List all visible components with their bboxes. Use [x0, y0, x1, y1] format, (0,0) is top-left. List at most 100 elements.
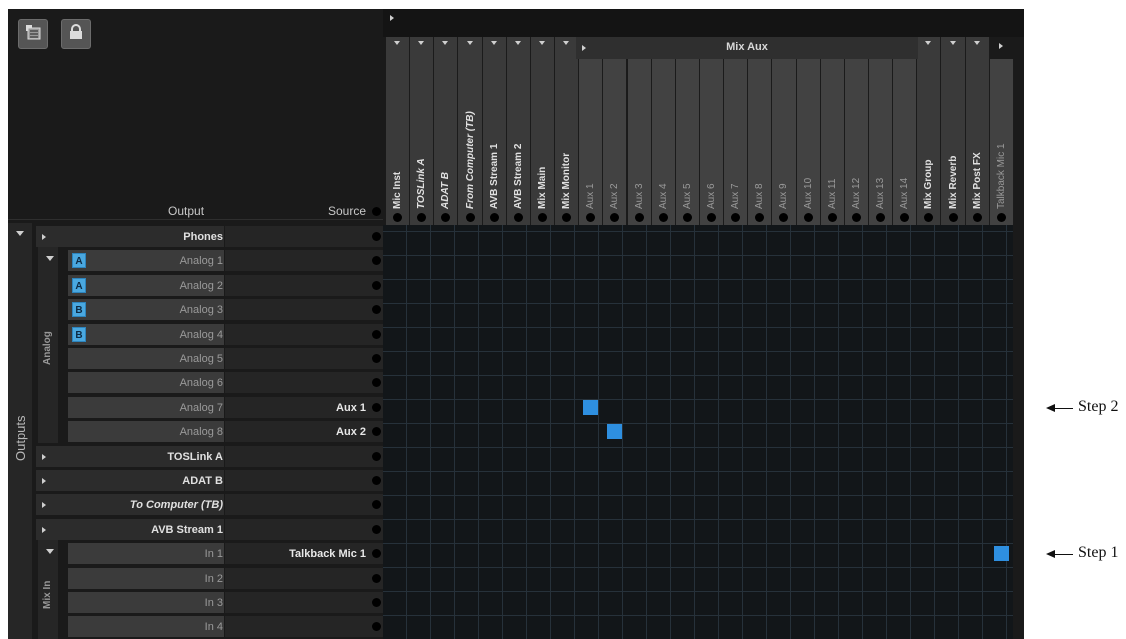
column-port-dot[interactable] [634, 213, 644, 222]
row-port-dot[interactable] [372, 573, 381, 583]
output-row[interactable]: Analog 7 Aux 1 [58, 396, 383, 419]
column-header-25[interactable]: Mix Post FX [965, 37, 990, 225]
route-connection[interactable] [607, 424, 623, 440]
output-row[interactable]: In 4 [58, 616, 383, 638]
group-collapse-arrow[interactable] [46, 549, 54, 555]
output-row[interactable]: A Analog 1 [46, 250, 383, 272]
column-port-dot[interactable] [707, 213, 716, 222]
column-header-13[interactable]: Aux 5 [675, 59, 700, 225]
column-collapse-arrow[interactable] [394, 41, 401, 45]
output-row[interactable]: Phones [36, 226, 383, 248]
expand-columns-arrow[interactable] [390, 15, 394, 21]
output-row[interactable]: B Analog 3 [58, 299, 383, 321]
column-port-dot[interactable] [924, 213, 934, 222]
column-collapse-arrow[interactable] [563, 41, 570, 45]
output-row[interactable]: To Computer (TB) [36, 494, 383, 516]
output-row[interactable]: AVB Stream 1 [36, 518, 383, 541]
column-port-dot[interactable] [562, 213, 572, 222]
output-row[interactable]: In 1 Talkback Mic 1 [46, 543, 383, 565]
talkback-expand-arrow[interactable] [998, 43, 1003, 49]
column-header-23[interactable]: Mix Group [917, 37, 942, 225]
output-row[interactable]: Analog 8 Aux 2 [58, 421, 383, 443]
column-header-10[interactable]: Aux 2 [603, 59, 628, 225]
column-header-4[interactable]: From Computer (TB) [458, 37, 483, 225]
column-collapse-arrow[interactable] [973, 41, 980, 45]
column-header-21[interactable]: Aux 13 [869, 59, 894, 225]
outputs-collapse-arrow[interactable] [16, 231, 24, 236]
column-port-dot[interactable] [996, 213, 1006, 222]
column-header-9[interactable]: Aux 1 [579, 59, 604, 225]
output-row[interactable]: A Analog 2 [58, 274, 383, 297]
row-port-dot[interactable] [372, 598, 381, 607]
output-row[interactable]: Analog 6 [58, 372, 383, 394]
column-collapse-arrow[interactable] [538, 41, 545, 45]
row-expand-arrow[interactable] [42, 453, 46, 460]
row-port-dot[interactable] [372, 402, 381, 412]
output-row[interactable]: TOSLink A [36, 445, 383, 468]
row-port-dot[interactable] [372, 451, 381, 461]
output-row[interactable]: B Analog 4 [58, 323, 383, 346]
row-port-dot[interactable] [372, 329, 381, 339]
column-port-dot[interactable] [827, 213, 837, 222]
route-connection[interactable] [993, 546, 1009, 562]
column-port-dot[interactable] [682, 213, 692, 222]
output-row[interactable]: ADAT B [36, 470, 383, 492]
column-port-dot[interactable] [658, 213, 668, 222]
column-port-dot[interactable] [755, 213, 765, 222]
lock-button[interactable] [61, 19, 91, 49]
column-header-24[interactable]: Mix Reverb [941, 37, 966, 225]
row-port-dot[interactable] [372, 280, 381, 290]
row-expand-arrow[interactable] [42, 234, 46, 240]
row-port-dot[interactable] [372, 524, 381, 534]
column-port-dot[interactable] [441, 213, 451, 222]
row-expand-arrow[interactable] [42, 478, 46, 484]
column-port-dot[interactable] [972, 213, 982, 222]
output-row[interactable]: Analog 5 [58, 348, 383, 370]
column-collapse-arrow[interactable] [514, 41, 521, 45]
column-header-18[interactable]: Aux 10 [796, 59, 821, 225]
row-port-dot[interactable] [372, 232, 381, 241]
column-collapse-arrow[interactable] [442, 41, 449, 45]
column-collapse-arrow[interactable] [418, 41, 425, 45]
column-header-14[interactable]: Aux 6 [699, 59, 725, 225]
column-header-17[interactable]: Aux 9 [772, 59, 797, 225]
column-header-5[interactable]: AVB Stream 1 [482, 37, 507, 225]
output-row[interactable]: In 3 [58, 592, 383, 614]
column-header-8[interactable]: Mix Monitor [555, 37, 580, 225]
column-header-3[interactable]: ADAT B [434, 37, 459, 225]
column-header-1[interactable]: Mic Inst [386, 37, 411, 225]
column-header-26[interactable]: Talkback Mic 1 [989, 59, 1014, 225]
column-port-dot[interactable] [513, 213, 523, 222]
column-header-11[interactable]: Aux 3 [627, 59, 652, 225]
column-port-dot[interactable] [489, 213, 499, 222]
column-port-dot[interactable] [803, 213, 813, 222]
column-header-19[interactable]: Aux 11 [820, 59, 845, 225]
column-port-dot[interactable] [537, 213, 547, 222]
column-header-16[interactable]: Aux 8 [748, 59, 773, 225]
row-port-dot[interactable] [372, 476, 381, 485]
column-port-dot[interactable] [731, 213, 741, 222]
column-collapse-arrow[interactable] [466, 41, 473, 45]
column-port-dot[interactable] [876, 213, 886, 222]
route-connection[interactable] [583, 399, 599, 415]
column-collapse-arrow[interactable] [490, 41, 497, 45]
list-view-button[interactable] [18, 19, 48, 49]
row-expand-arrow[interactable] [42, 502, 46, 509]
column-port-dot[interactable] [393, 213, 403, 222]
row-port-dot[interactable] [372, 354, 381, 363]
column-port-dot[interactable] [610, 213, 620, 222]
column-port-dot[interactable] [948, 213, 958, 222]
column-header-7[interactable]: Mix Main [530, 37, 556, 225]
column-port-dot[interactable] [586, 213, 596, 222]
output-row[interactable]: In 2 [58, 567, 383, 590]
column-port-dot[interactable] [417, 213, 427, 222]
column-port-dot[interactable] [851, 213, 861, 222]
mix-aux-group-header[interactable]: Mix Aux [576, 37, 918, 59]
column-port-dot[interactable] [779, 213, 789, 222]
group-collapse-arrow[interactable] [46, 256, 54, 262]
column-header-2[interactable]: TOSLink A [410, 37, 435, 225]
column-port-dot[interactable] [900, 213, 910, 222]
column-header-12[interactable]: Aux 4 [651, 59, 676, 225]
column-collapse-arrow[interactable] [925, 41, 932, 45]
column-header-6[interactable]: AVB Stream 2 [506, 37, 531, 225]
